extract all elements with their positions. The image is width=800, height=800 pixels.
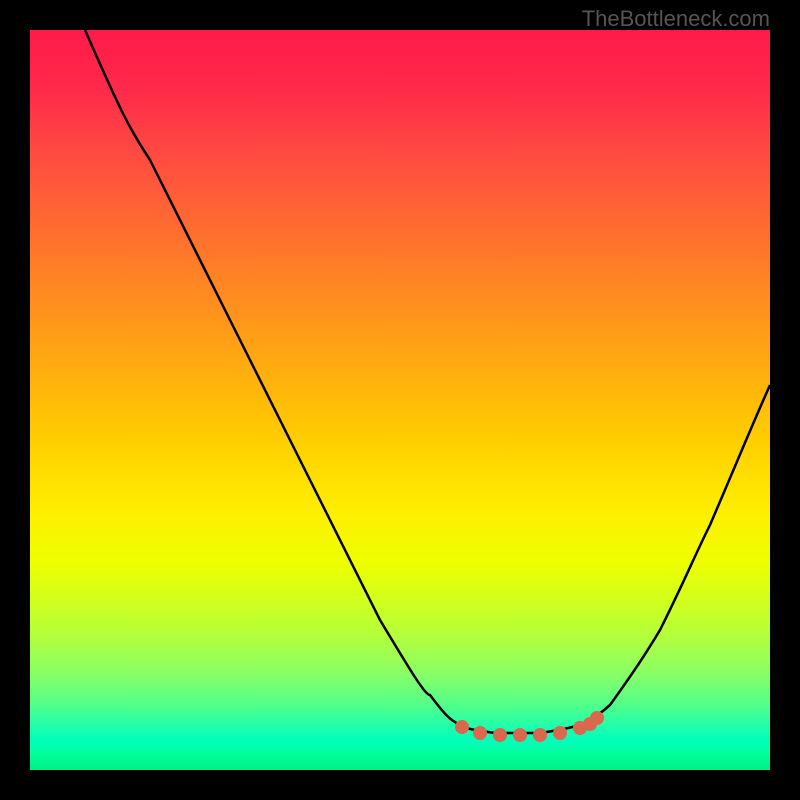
marker-dot [590,711,604,725]
marker-dot [513,728,527,742]
bottleneck-curve-path [85,30,770,733]
marker-dot [553,726,567,740]
marker-dot [493,728,507,742]
marker-group [455,711,604,742]
chart-area [30,30,770,770]
chart-svg [30,30,770,770]
marker-dot [455,720,469,734]
watermark-text: TheBottleneck.com [582,6,770,32]
marker-dot [533,728,547,742]
marker-dot [473,726,487,740]
